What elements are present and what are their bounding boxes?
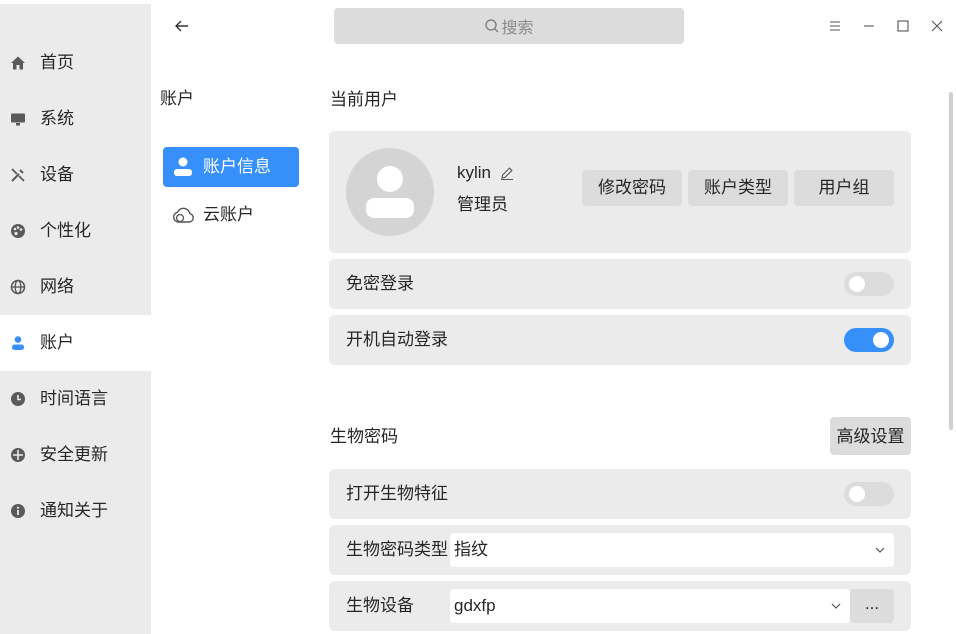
home-icon — [10, 55, 26, 71]
sidebar-item-devices[interactable]: 设备 — [0, 147, 151, 203]
arrow-left-icon — [174, 18, 190, 34]
passwordless-login-label: 免密登录 — [346, 274, 414, 293]
toggle-knob — [849, 276, 865, 292]
hamburger-icon — [828, 19, 842, 33]
biometric-device-row: 生物设备 gdxfp ... — [329, 581, 911, 631]
sidebar-item-label: 账户 — [40, 333, 74, 352]
sidebar-item-system[interactable]: 系统 — [0, 91, 151, 147]
avatar[interactable] — [346, 148, 434, 236]
info-icon — [10, 503, 26, 519]
sidebar: 首页 系统 设备 个性化 网络 账户 时间语言 安全更新 通知关于 — [0, 0, 151, 634]
subnav-item-label: 云账户 — [203, 205, 254, 224]
sidebar-item-label: 个性化 — [40, 221, 91, 240]
minimize-icon — [862, 19, 876, 33]
username-row: kylin — [457, 161, 515, 185]
pencil-icon[interactable] — [499, 165, 515, 181]
change-password-button[interactable]: 修改密码 — [582, 170, 682, 206]
user-group-button[interactable]: 用户组 — [794, 170, 894, 206]
user-icon — [171, 155, 195, 179]
scrollbar[interactable] — [949, 92, 953, 430]
maximize-button[interactable] — [889, 12, 917, 40]
maximize-icon — [896, 19, 910, 33]
sidebar-item-label: 通知关于 — [40, 501, 108, 520]
palette-icon — [10, 223, 26, 239]
advanced-settings-button[interactable]: 高级设置 — [830, 417, 911, 455]
search-input[interactable]: 搜索 — [334, 8, 684, 44]
toggle-knob — [849, 486, 865, 502]
sidebar-item-notice-about[interactable]: 通知关于 — [0, 483, 151, 539]
search-placeholder: 搜索 — [501, 20, 534, 37]
back-button[interactable] — [168, 12, 196, 40]
search-icon — [484, 18, 500, 34]
sidebar-item-label: 设备 — [40, 165, 74, 184]
sidebar-item-account[interactable]: 账户 — [0, 315, 151, 371]
account-type-button[interactable]: 账户类型 — [688, 170, 788, 206]
user-info-card: kylin 管理员 修改密码 账户类型 用户组 — [329, 131, 911, 253]
biometric-type-value: 指纹 — [454, 540, 488, 559]
sidebar-item-time-language[interactable]: 时间语言 — [0, 371, 151, 427]
enable-biometrics-row: 打开生物特征 — [329, 469, 911, 519]
device-more-button[interactable]: ... — [850, 589, 894, 623]
auto-login-label: 开机自动登录 — [346, 330, 448, 349]
close-button[interactable] — [923, 12, 951, 40]
subnav-item-account-info[interactable]: 账户信息 — [163, 147, 299, 187]
sidebar-item-label: 网络 — [40, 277, 74, 296]
chevron-down-icon — [874, 544, 886, 556]
user-icon — [10, 335, 26, 351]
avatar-head-shape — [377, 166, 403, 192]
auto-login-toggle[interactable] — [844, 328, 894, 352]
window-top-edge — [0, 0, 151, 4]
username: kylin — [457, 163, 492, 182]
enable-biometrics-toggle[interactable] — [844, 482, 894, 506]
chevron-down-icon — [830, 600, 842, 612]
biometric-device-label: 生物设备 — [346, 596, 414, 615]
globe-icon — [10, 279, 26, 295]
sidebar-item-label: 首页 — [40, 53, 74, 72]
subnav-item-cloud-account[interactable]: 云账户 — [163, 195, 299, 235]
shield-icon — [10, 447, 26, 463]
clock-icon — [10, 391, 26, 407]
tools-icon — [10, 167, 26, 183]
biometric-device-select[interactable]: gdxfp — [450, 589, 850, 623]
close-icon — [930, 19, 944, 33]
sidebar-item-label: 系统 — [40, 109, 74, 128]
biometric-type-select[interactable]: 指纹 — [450, 533, 894, 567]
current-user-title: 当前用户 — [330, 90, 398, 109]
biometric-type-label: 生物密码类型 — [346, 540, 448, 559]
passwordless-login-row: 免密登录 — [329, 259, 911, 309]
user-role: 管理员 — [457, 195, 508, 214]
account-column-title: 账户 — [160, 89, 194, 108]
subnav-item-label: 账户信息 — [203, 157, 271, 176]
biometrics-title: 生物密码 — [330, 427, 398, 446]
menu-button[interactable] — [821, 12, 849, 40]
cloud-icon — [171, 203, 195, 227]
toggle-knob — [873, 332, 889, 348]
minimize-button[interactable] — [855, 12, 883, 40]
sidebar-item-personalize[interactable]: 个性化 — [0, 203, 151, 259]
biometric-type-row: 生物密码类型 指纹 — [329, 525, 911, 575]
sidebar-item-security-update[interactable]: 安全更新 — [0, 427, 151, 483]
sidebar-item-home[interactable]: 首页 — [0, 35, 151, 91]
sidebar-item-label: 时间语言 — [40, 389, 108, 408]
passwordless-login-toggle[interactable] — [844, 272, 894, 296]
sidebar-item-label: 安全更新 — [40, 445, 108, 464]
auto-login-row: 开机自动登录 — [329, 315, 911, 365]
monitor-icon — [10, 111, 26, 127]
biometric-device-value: gdxfp — [454, 596, 496, 615]
sidebar-item-network[interactable]: 网络 — [0, 259, 151, 315]
enable-biometrics-label: 打开生物特征 — [346, 484, 448, 503]
avatar-body-shape — [366, 198, 414, 218]
